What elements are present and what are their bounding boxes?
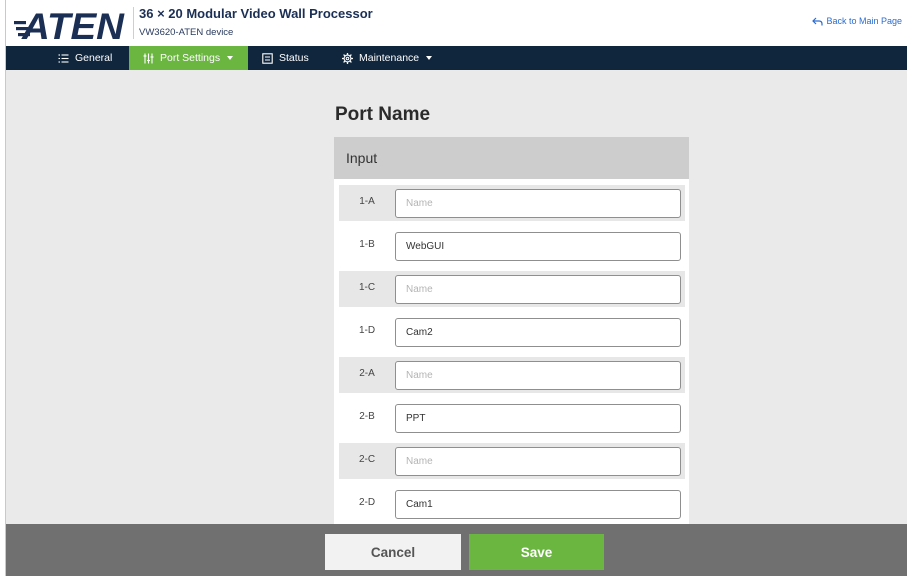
nav-status[interactable]: Status	[262, 46, 309, 70]
port-label: 2-D	[358, 497, 376, 508]
port-label: 2-A	[359, 368, 375, 379]
nav-port-settings-label: Port Settings	[160, 52, 221, 64]
port-label: 1-D	[358, 325, 376, 336]
port-row: 1-D	[339, 314, 685, 350]
port-row: 2-C	[339, 443, 685, 479]
port-row: 2-B	[339, 400, 685, 436]
port-list: 1-A 1-B 1-C 1-D 2-A 2-B 2-C 2-D	[334, 179, 689, 524]
input-section-label: Input	[346, 150, 378, 166]
save-button[interactable]: Save	[469, 534, 604, 570]
nav-general-label: General	[75, 52, 113, 64]
header-divider	[133, 7, 134, 39]
chevron-down-icon	[426, 56, 433, 60]
port-row: 1-C	[339, 271, 685, 307]
back-arrow-icon	[812, 17, 824, 25]
port-row: 1-B	[339, 228, 685, 264]
port-name-input[interactable]	[395, 361, 681, 390]
port-label: 2-B	[359, 411, 375, 422]
back-to-main-link[interactable]: Back to Main Page	[812, 16, 902, 26]
nav-port-settings[interactable]: Port Settings	[129, 46, 248, 70]
port-name-input[interactable]	[395, 232, 681, 261]
action-footer: Cancel Save	[6, 524, 907, 576]
chevron-down-icon	[227, 56, 234, 60]
cancel-button[interactable]: Cancel	[325, 534, 461, 570]
back-link-label: Back to Main Page	[826, 16, 902, 26]
port-row: 2-A	[339, 357, 685, 393]
main-nav: General Port Settings Status Maintenance	[6, 46, 907, 70]
port-name-input[interactable]	[395, 189, 681, 218]
nav-maintenance[interactable]: Maintenance	[342, 46, 433, 70]
page-title: Port Name	[335, 104, 431, 125]
port-name-input[interactable]	[395, 404, 681, 433]
device-title: 36 × 20 Modular Video Wall Processor	[139, 6, 373, 21]
sliders-icon	[143, 53, 154, 63]
aten-logo: ATEN	[14, 6, 125, 42]
port-label: 1-C	[358, 282, 376, 293]
port-row: 1-A	[339, 185, 685, 221]
port-label: 1-B	[359, 239, 375, 250]
port-name-input[interactable]	[395, 318, 681, 347]
status-icon	[262, 52, 273, 64]
list-icon	[58, 53, 69, 63]
app-header: ATEN 36 × 20 Modular Video Wall Processo…	[6, 0, 907, 46]
app-window: ATEN 36 × 20 Modular Video Wall Processo…	[5, 0, 907, 576]
port-label: 2-C	[358, 454, 376, 465]
nav-status-label: Status	[279, 52, 309, 64]
port-row: 2-D	[339, 486, 685, 522]
port-name-input[interactable]	[395, 275, 681, 304]
nav-maintenance-label: Maintenance	[359, 52, 420, 64]
gear-icon	[342, 52, 353, 64]
device-subtitle: VW3620-ATEN device	[139, 27, 234, 38]
port-name-input[interactable]	[395, 490, 681, 519]
port-label: 1-A	[359, 196, 375, 207]
port-name-input[interactable]	[395, 447, 681, 476]
input-section-header: Input	[334, 137, 689, 179]
logo-text: ATEN	[21, 6, 125, 42]
nav-general[interactable]: General	[58, 46, 112, 70]
